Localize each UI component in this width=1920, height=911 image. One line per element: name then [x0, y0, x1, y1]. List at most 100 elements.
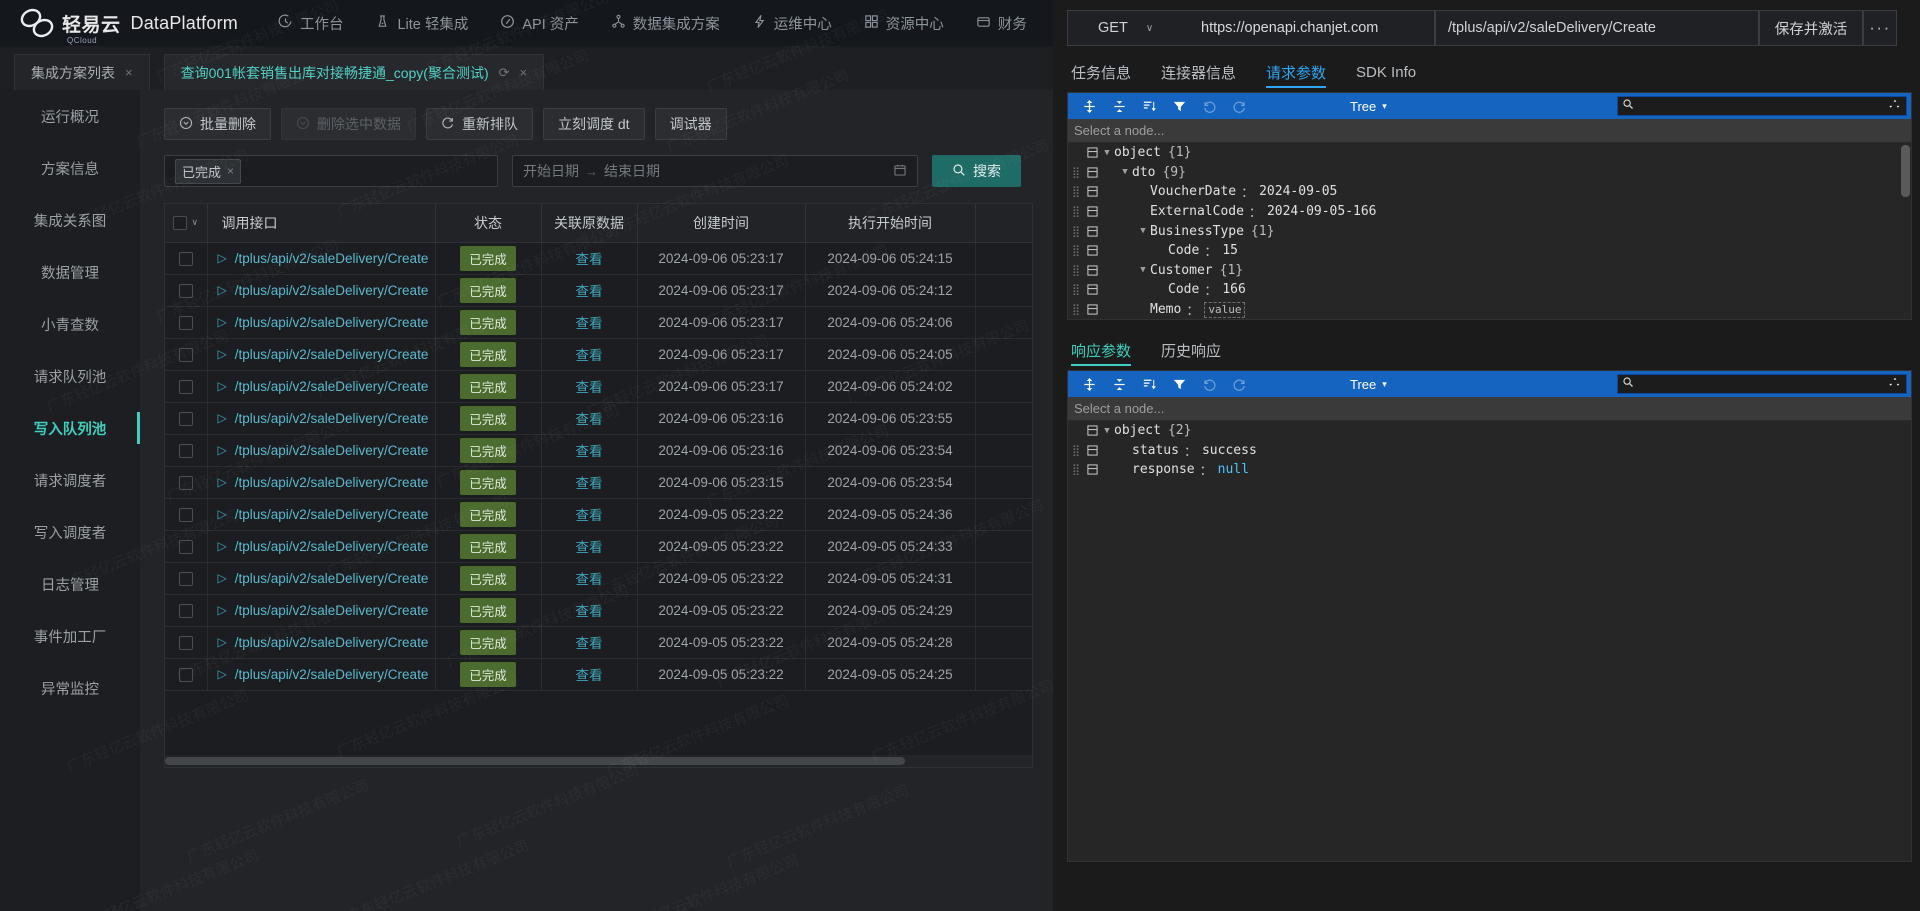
- json-key[interactable]: BusinessType: [1150, 224, 1244, 239]
- chevron-down-icon[interactable]: ∨: [1146, 23, 1153, 34]
- view-source-link[interactable]: 查看: [576, 444, 603, 459]
- chevron-down-icon[interactable]: ▼: [1136, 265, 1150, 275]
- row-checkbox[interactable]: [178, 251, 193, 266]
- json-search-box-request[interactable]: [1617, 96, 1907, 116]
- column-header-created[interactable]: 创建时间: [637, 204, 806, 243]
- search-nav-icon[interactable]: [1888, 375, 1902, 393]
- row-api-label[interactable]: /tplus/api/v2/saleDelivery/Create: [235, 507, 429, 522]
- row-checkbox[interactable]: [178, 603, 193, 618]
- node-menu-icon[interactable]: [1084, 206, 1100, 217]
- json-tree-row[interactable]: ⣿ status ： success: [1068, 441, 1911, 461]
- schedule-now-button[interactable]: 立刻调度 dt: [543, 108, 645, 140]
- json-key[interactable]: object: [1114, 423, 1161, 438]
- row-api-label[interactable]: /tplus/api/v2/saleDelivery/Create: [235, 571, 429, 586]
- drag-handle-icon[interactable]: ⣿: [1072, 265, 1084, 276]
- collapse-all-icon[interactable]: [1104, 371, 1134, 397]
- run-icon[interactable]: ▷: [218, 667, 227, 681]
- run-icon[interactable]: ▷: [218, 379, 227, 393]
- column-header-source-data[interactable]: 关联原数据: [541, 204, 638, 243]
- json-tree-row[interactable]: ⣿ ▼ BusinessType {1}: [1068, 221, 1911, 241]
- view-source-link[interactable]: 查看: [576, 380, 603, 395]
- run-icon[interactable]: ▷: [218, 603, 227, 617]
- drag-handle-icon[interactable]: ⣿: [1072, 226, 1084, 237]
- tab-connector-info[interactable]: 连接器信息: [1161, 52, 1236, 92]
- row-api-label[interactable]: /tplus/api/v2/saleDelivery/Create: [235, 283, 429, 298]
- run-icon[interactable]: ▷: [218, 315, 227, 329]
- table-row[interactable]: ▷ /tplus/api/v2/saleDelivery/Create 已完成 查看 2…: [165, 658, 1032, 691]
- nav-item-data-integration[interactable]: 数据集成方案: [595, 0, 736, 46]
- node-menu-icon[interactable]: [1084, 245, 1100, 256]
- node-menu-icon[interactable]: [1084, 304, 1100, 315]
- run-icon[interactable]: ▷: [218, 475, 227, 489]
- json-tree-row[interactable]: ⣿ VoucherDate ： 2024-09-05: [1068, 182, 1911, 202]
- drag-handle-icon[interactable]: ⣿: [1072, 167, 1084, 178]
- view-source-link[interactable]: 查看: [576, 476, 603, 491]
- row-api-label[interactable]: /tplus/api/v2/saleDelivery/Create: [235, 315, 429, 330]
- json-key[interactable]: Code: [1168, 243, 1199, 258]
- json-tree-scrollbar-request[interactable]: [1901, 145, 1910, 197]
- json-key[interactable]: VoucherDate: [1150, 184, 1236, 199]
- row-api-label[interactable]: /tplus/api/v2/saleDelivery/Create: [235, 475, 429, 490]
- editor-mode-select-response[interactable]: Tree ▾: [1350, 377, 1387, 392]
- chevron-down-icon[interactable]: ▼: [1118, 167, 1132, 177]
- view-source-link[interactable]: 查看: [576, 412, 603, 427]
- run-icon[interactable]: ▷: [218, 443, 227, 457]
- node-menu-icon[interactable]: [1084, 425, 1100, 436]
- sidebar-item-data-management[interactable]: 数据管理: [0, 246, 140, 298]
- sidebar-item-event-factory[interactable]: 事件加工厂: [0, 610, 140, 662]
- run-icon[interactable]: ▷: [218, 411, 227, 425]
- view-source-link[interactable]: 查看: [576, 348, 603, 363]
- row-checkbox[interactable]: [178, 507, 193, 522]
- status-filter-select[interactable]: 已完成 ×: [164, 155, 498, 187]
- node-menu-icon[interactable]: [1084, 226, 1100, 237]
- redo-icon[interactable]: [1224, 371, 1254, 397]
- table-row[interactable]: ▷ /tplus/api/v2/saleDelivery/Create 已完成 查看 2…: [165, 338, 1032, 371]
- row-checkbox[interactable]: [178, 539, 193, 554]
- chevron-down-icon[interactable]: ▼: [1136, 226, 1150, 236]
- view-source-link[interactable]: 查看: [576, 540, 603, 555]
- run-icon[interactable]: ▷: [218, 251, 227, 265]
- json-key[interactable]: Code: [1168, 282, 1199, 297]
- row-checkbox[interactable]: [178, 379, 193, 394]
- json-value[interactable]: null: [1218, 462, 1249, 477]
- drag-handle-icon[interactable]: ⣿: [1072, 245, 1084, 256]
- view-source-link[interactable]: 查看: [576, 636, 603, 651]
- editor-mode-select-request[interactable]: Tree ▾: [1350, 99, 1387, 114]
- column-header-status[interactable]: 状态: [435, 204, 542, 243]
- json-tree-row[interactable]: ⣿ ExternalCode ： 2024-09-05-166: [1068, 202, 1911, 222]
- sort-icon[interactable]: [1134, 93, 1164, 119]
- tab-response-history[interactable]: 历史响应: [1161, 330, 1221, 370]
- batch-delete-button[interactable]: 批量删除: [164, 108, 271, 140]
- json-tree-response[interactable]: ▼ object {2} ⣿ status ： success ⣿ response ： null: [1068, 421, 1911, 861]
- row-api-label[interactable]: /tplus/api/v2/saleDelivery/Create: [235, 635, 429, 650]
- sidebar-item-overview[interactable]: 运行概况: [0, 90, 140, 142]
- select-all-checkbox[interactable]: [173, 215, 188, 230]
- undo-icon[interactable]: [1194, 93, 1224, 119]
- tab-task-info[interactable]: 任务信息: [1071, 52, 1131, 92]
- drag-handle-icon[interactable]: ⣿: [1072, 304, 1084, 315]
- json-search-box-response[interactable]: [1617, 374, 1907, 394]
- nav-item-resource-center[interactable]: 资源中心: [848, 0, 960, 46]
- json-value[interactable]: success: [1202, 443, 1257, 458]
- collapse-all-icon[interactable]: [1104, 93, 1134, 119]
- table-row[interactable]: ▷ /tplus/api/v2/saleDelivery/Create 已完成 查看 2…: [165, 562, 1032, 595]
- search-nav-icon[interactable]: [1888, 97, 1902, 115]
- nav-item-ops-center[interactable]: 运维中心: [736, 0, 848, 46]
- row-api-label[interactable]: /tplus/api/v2/saleDelivery/Create: [235, 603, 429, 618]
- json-tree-row[interactable]: ⣿ ▼ dto {9}: [1068, 163, 1911, 183]
- sidebar-item-request-scheduler[interactable]: 请求调度者: [0, 454, 140, 506]
- run-icon[interactable]: ▷: [218, 539, 227, 553]
- node-menu-icon[interactable]: [1084, 265, 1100, 276]
- brand-logo[interactable]: 轻易云 QCloud DataPlatform: [0, 6, 238, 45]
- row-checkbox[interactable]: [178, 443, 193, 458]
- chevron-down-icon[interactable]: ▼: [1100, 148, 1114, 158]
- app-tab-scheme-list[interactable]: 集成方案列表 ×: [14, 54, 150, 90]
- sidebar-item-write-scheduler[interactable]: 写入调度者: [0, 506, 140, 558]
- json-path-bar-request[interactable]: Select a node...: [1068, 119, 1911, 143]
- filter-icon[interactable]: [1164, 93, 1194, 119]
- json-value[interactable]: 2024-09-05: [1259, 184, 1337, 199]
- table-row[interactable]: ▷ /tplus/api/v2/saleDelivery/Create 已完成 查看 2…: [165, 242, 1032, 275]
- redo-icon[interactable]: [1224, 93, 1254, 119]
- table-row[interactable]: ▷ /tplus/api/v2/saleDelivery/Create 已完成 查看 2…: [165, 402, 1032, 435]
- view-source-link[interactable]: 查看: [576, 508, 603, 523]
